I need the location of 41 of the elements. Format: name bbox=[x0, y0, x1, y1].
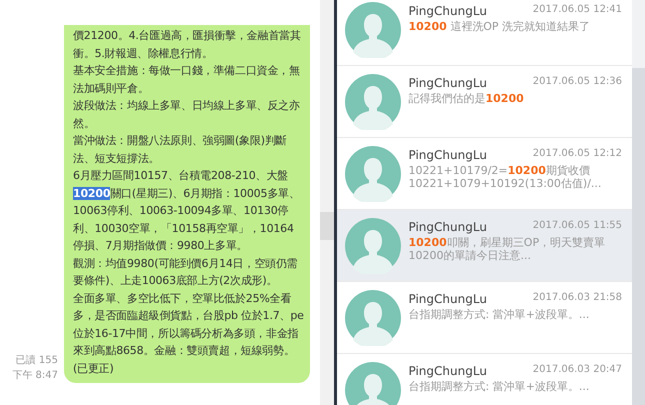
sender-name: PingChungLu bbox=[408, 219, 487, 236]
message-text: 6月壓力區間10157、台積電208-210、大盤 10200關口(星期三)、6月期指：10005多單、10063停利、10063-10094多單、10130停利、10030空單，「10158再空單」，10164停損、7月期指做價：9980上多單。 bbox=[73, 168, 301, 254]
message-preview: 台指期調整方式: 當沖單+波段單。... bbox=[408, 380, 590, 393]
message-date: 2017.06.05 11:55 bbox=[532, 219, 622, 233]
message-date: 2017.06.03 20:47 bbox=[532, 363, 622, 377]
message-text: 基本安全措施：每做一口錢，準備二口資金，無法加碼則平倉。 bbox=[73, 63, 301, 96]
message-text: 全面多單、多空比低下，空單比低於25%全看多，是否面臨超級倒貨點，台股pb 位於1.7、pe位於16-17中間，所以籌碼分析為多頭，非金指來到高點8658。金融：雙頭賣超，短線弱勢。(已更正) bbox=[73, 290, 304, 376]
message-date: 2017.06.05 12:41 bbox=[532, 3, 622, 17]
message-preview: 台指期調整方式: 當沖單+波段單。... bbox=[408, 308, 590, 321]
sender-name: PingChungLu bbox=[408, 3, 487, 20]
message-text: 當沖做法：開盤八法原則、強弱圖(象限)判斷法、短支短撐法。 bbox=[73, 133, 288, 166]
search-result[interactable]: PingChungLu 2017.06.05 12:12 10221+10179/2=10200期貨收價 10221+1079+10192(13:00估值)/... bbox=[336, 138, 632, 210]
search-result[interactable]: PingChungLu 2017.06.05 12:41 10200 這裡洗OP 洗完就知道結果了 bbox=[336, 0, 632, 66]
search-result[interactable]: PingChungLu 2017.06.05 12:36 記得我們估的是10200 bbox=[336, 66, 632, 138]
message-text: 價21200。4.台匯過高，匯損衝擊，金融首當其衝。5.財報週、除權息行情。 bbox=[73, 28, 302, 62]
message-text: 觀測：均值9980(可能到價6月14日，空頭仍需要條件)、上走10063底部上方(2次成形)。 bbox=[73, 256, 298, 289]
message-date: 2017.06.05 12:12 bbox=[532, 147, 622, 161]
sender-name: PingChungLu bbox=[408, 363, 487, 380]
sender-name: PingChungLu bbox=[408, 75, 487, 92]
message-time: 下午 8:47 bbox=[11, 369, 58, 383]
sender-name: PingChungLu bbox=[408, 147, 487, 164]
scrollbar-thumb[interactable] bbox=[320, 212, 334, 240]
avatar-icon bbox=[344, 362, 400, 405]
avatar-icon bbox=[344, 2, 400, 58]
sender-name: PingChungLu bbox=[408, 291, 487, 308]
message-preview: 10200 這裡洗OP 洗完就知道結果了 bbox=[408, 20, 592, 33]
message-preview: 10200叩關，刷星期三OP，明天雙賣單10200的單請今日注意... bbox=[408, 236, 606, 262]
search-result[interactable]: PingChungLu 2017.06.03 21:58 台指期調整方式: 當沖單+波段單。... bbox=[336, 282, 632, 354]
message-date: 2017.06.03 21:58 bbox=[532, 291, 622, 305]
scrollbar[interactable] bbox=[632, 0, 645, 405]
avatar-icon bbox=[344, 290, 400, 346]
avatar-icon bbox=[344, 74, 400, 130]
message-text: 波段做法：均線上多單、日均線上多單、反之亦然。 bbox=[73, 98, 301, 132]
scrollbar[interactable] bbox=[320, 0, 334, 405]
message-preview: 10221+10179/2=10200期貨收價 10221+1079+10192(13:00估值)/... bbox=[408, 164, 602, 190]
message-preview: 記得我們估的是10200 bbox=[408, 92, 525, 105]
read-status: 已讀 155 bbox=[14, 354, 58, 368]
search-result[interactable]: PingChungLu 2017.06.05 11:55 10200叩關，刷星期三OP，明天雙賣單10200的單請今日注意... bbox=[336, 210, 632, 282]
message-date: 2017.06.05 12:36 bbox=[532, 75, 622, 89]
avatar-icon bbox=[344, 218, 400, 274]
avatar-icon bbox=[344, 146, 400, 202]
